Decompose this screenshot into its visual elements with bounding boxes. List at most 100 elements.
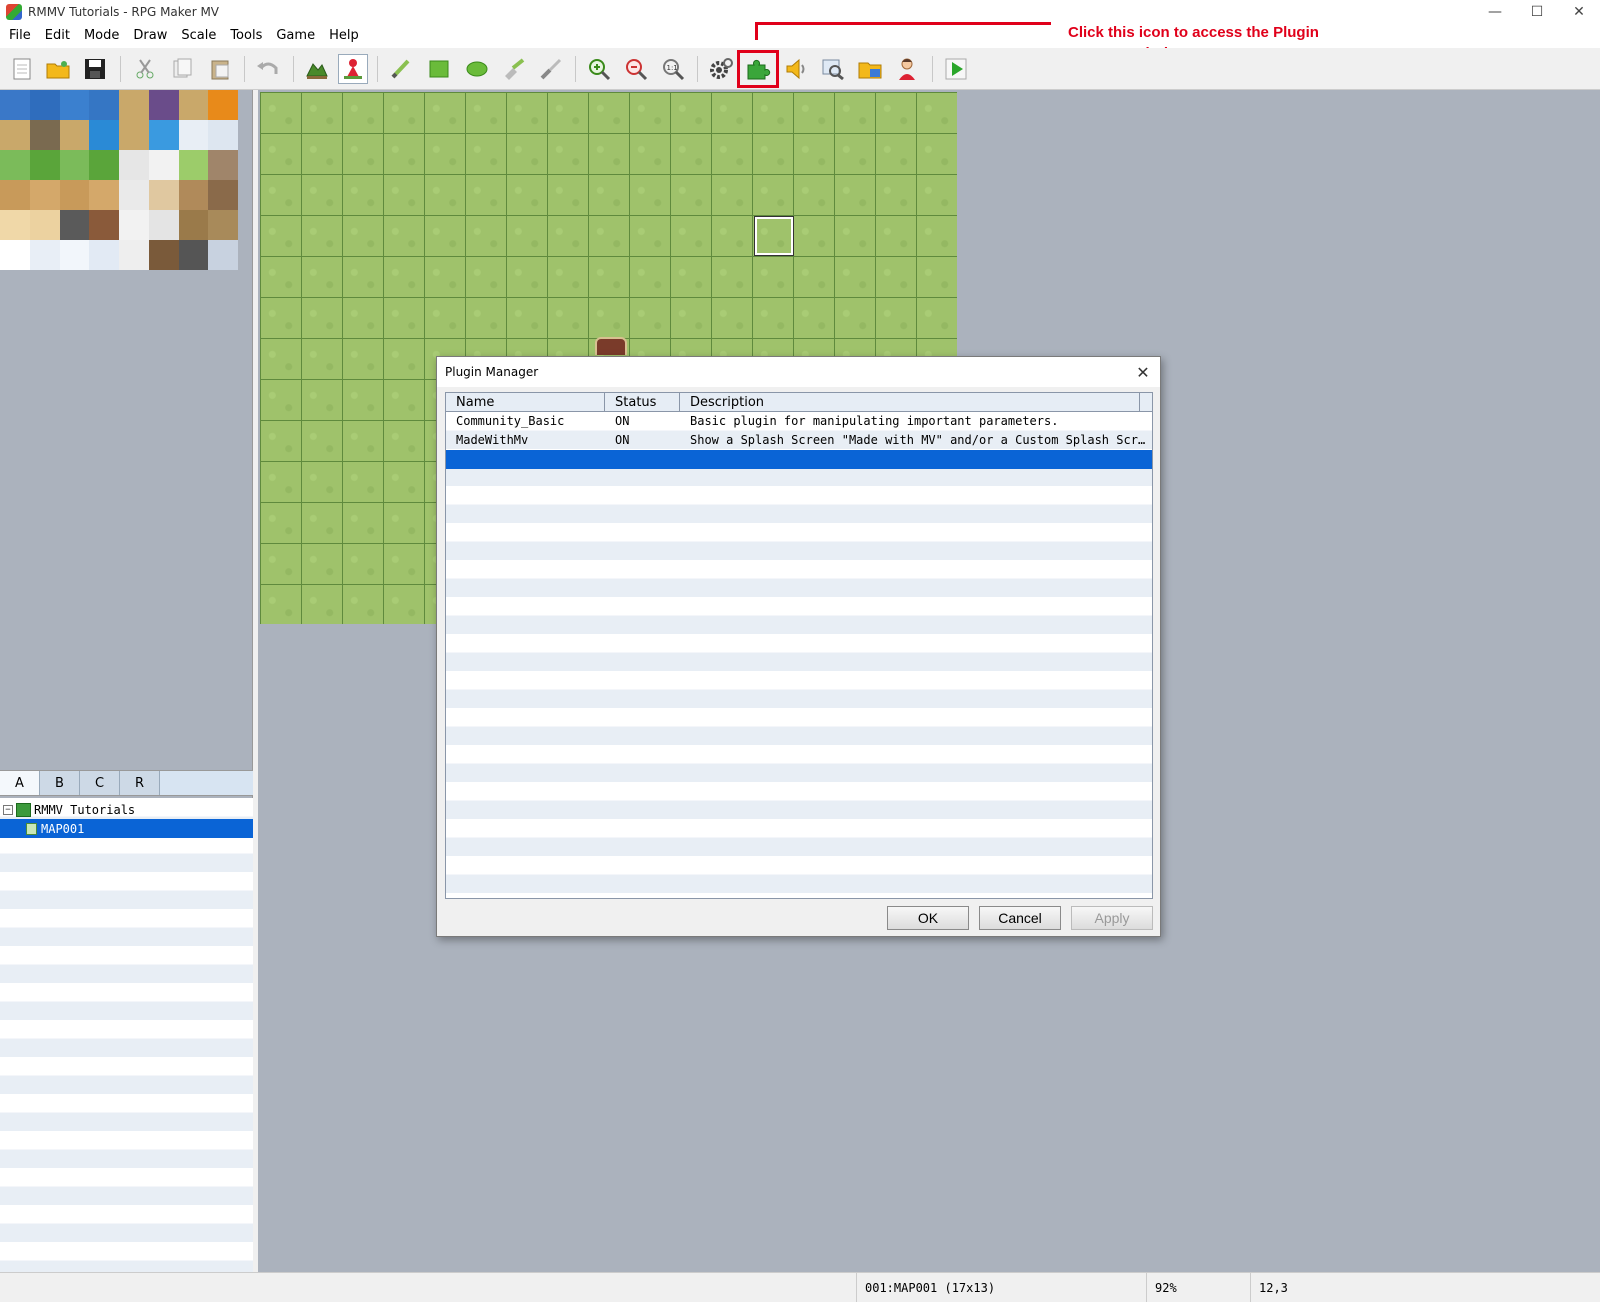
tile[interactable] xyxy=(119,90,149,120)
tile[interactable] xyxy=(29,120,60,150)
tile[interactable] xyxy=(29,90,60,120)
tile[interactable] xyxy=(29,150,60,180)
collapse-icon[interactable]: − xyxy=(3,804,13,815)
tile[interactable] xyxy=(208,180,238,210)
copy-icon[interactable] xyxy=(167,54,197,84)
tile[interactable] xyxy=(0,240,30,270)
tab-a[interactable]: A xyxy=(0,771,40,795)
tile[interactable] xyxy=(59,210,90,240)
map-mode-icon[interactable] xyxy=(302,54,332,84)
tile[interactable] xyxy=(59,150,90,180)
tile[interactable] xyxy=(208,90,238,120)
tile[interactable] xyxy=(178,180,209,210)
tab-b[interactable]: B xyxy=(40,771,80,795)
tile[interactable] xyxy=(119,150,149,180)
dialog-close-icon[interactable]: ✕ xyxy=(1132,361,1154,383)
column-name-header[interactable]: Name xyxy=(446,393,605,412)
save-project-icon[interactable] xyxy=(80,54,110,84)
tile[interactable] xyxy=(119,180,149,210)
menu-scale[interactable]: Scale xyxy=(174,24,223,48)
flood-fill-icon[interactable] xyxy=(499,54,529,84)
apply-button[interactable]: Apply xyxy=(1071,906,1153,930)
zoom-in-icon[interactable] xyxy=(584,54,614,84)
resource-manager-icon[interactable] xyxy=(855,54,885,84)
menu-game[interactable]: Game xyxy=(269,24,322,48)
menu-draw[interactable]: Draw xyxy=(126,24,174,48)
tile[interactable] xyxy=(148,180,179,210)
tile[interactable] xyxy=(0,150,30,180)
tile[interactable] xyxy=(29,210,60,240)
column-status-header[interactable]: Status xyxy=(605,393,680,412)
tile[interactable] xyxy=(59,180,90,210)
map-event[interactable] xyxy=(595,337,627,355)
tile[interactable] xyxy=(89,210,119,240)
tile[interactable] xyxy=(0,120,30,150)
event-mode-icon[interactable] xyxy=(338,54,368,84)
tile[interactable] xyxy=(208,120,238,150)
tree-map-row[interactable]: MAP001 xyxy=(0,819,253,838)
tile[interactable] xyxy=(29,240,60,270)
database-gear-icon[interactable] xyxy=(706,54,736,84)
tile[interactable] xyxy=(208,240,238,270)
tile[interactable] xyxy=(148,150,179,180)
tile[interactable] xyxy=(29,180,60,210)
pencil-icon[interactable] xyxy=(386,54,416,84)
menu-tools[interactable]: Tools xyxy=(223,24,269,48)
tile[interactable] xyxy=(178,210,209,240)
tile[interactable] xyxy=(148,90,179,120)
tile[interactable] xyxy=(89,150,119,180)
rectangle-icon[interactable] xyxy=(424,54,454,84)
cancel-button[interactable]: Cancel xyxy=(979,906,1061,930)
tile[interactable] xyxy=(148,120,179,150)
tab-c[interactable]: C xyxy=(80,771,120,795)
sound-test-icon[interactable] xyxy=(781,54,811,84)
paste-icon[interactable] xyxy=(205,54,235,84)
plugin-manager-icon[interactable] xyxy=(743,54,773,84)
menu-file[interactable]: File xyxy=(2,24,38,48)
new-project-icon[interactable] xyxy=(7,54,37,84)
tile[interactable] xyxy=(148,240,179,270)
maximize-button[interactable]: ☐ xyxy=(1516,0,1558,24)
tile[interactable] xyxy=(89,180,119,210)
undo-icon[interactable] xyxy=(253,54,283,84)
tile[interactable] xyxy=(59,120,90,150)
tile[interactable] xyxy=(89,120,119,150)
close-window-button[interactable]: ✕ xyxy=(1558,0,1600,24)
menu-help[interactable]: Help xyxy=(322,24,366,48)
shadow-pen-icon[interactable] xyxy=(536,54,566,84)
plugin-row[interactable]: MadeWithMv ON Show a Splash Screen "Made… xyxy=(446,431,1152,450)
menu-mode[interactable]: Mode xyxy=(77,24,126,48)
empty-selected-row[interactable] xyxy=(446,450,1152,469)
tile[interactable] xyxy=(119,210,149,240)
tile[interactable] xyxy=(59,240,90,270)
tileset-palette[interactable] xyxy=(0,90,238,270)
actual-size-icon[interactable]: 1:1 xyxy=(658,54,688,84)
event-searcher-icon[interactable] xyxy=(818,54,848,84)
tile[interactable] xyxy=(178,90,209,120)
tile[interactable] xyxy=(0,210,30,240)
plugin-list[interactable]: Name Status Description Community_Basic … xyxy=(445,392,1153,899)
playtest-icon[interactable] xyxy=(941,54,971,84)
tree-project-row[interactable]: − RMMV Tutorials xyxy=(0,800,253,819)
tile[interactable] xyxy=(178,150,209,180)
open-project-icon[interactable] xyxy=(43,54,73,84)
menu-edit[interactable]: Edit xyxy=(38,24,77,48)
tile[interactable] xyxy=(0,90,30,120)
minimize-button[interactable]: — xyxy=(1474,0,1516,24)
ellipse-icon[interactable] xyxy=(462,54,492,84)
tile[interactable] xyxy=(89,90,119,120)
plugin-row[interactable]: Community_Basic ON Basic plugin for mani… xyxy=(446,412,1152,431)
tile[interactable] xyxy=(208,150,238,180)
tile[interactable] xyxy=(208,210,238,240)
zoom-out-icon[interactable] xyxy=(621,54,651,84)
tile[interactable] xyxy=(59,90,90,120)
column-description-header[interactable]: Description xyxy=(680,393,1140,412)
tile[interactable] xyxy=(0,180,30,210)
tab-r[interactable]: R xyxy=(120,771,160,795)
tile[interactable] xyxy=(178,120,209,150)
tile[interactable] xyxy=(148,210,179,240)
tile[interactable] xyxy=(119,240,149,270)
character-generator-icon[interactable] xyxy=(892,54,922,84)
tile[interactable] xyxy=(178,240,209,270)
ok-button[interactable]: OK xyxy=(887,906,969,930)
